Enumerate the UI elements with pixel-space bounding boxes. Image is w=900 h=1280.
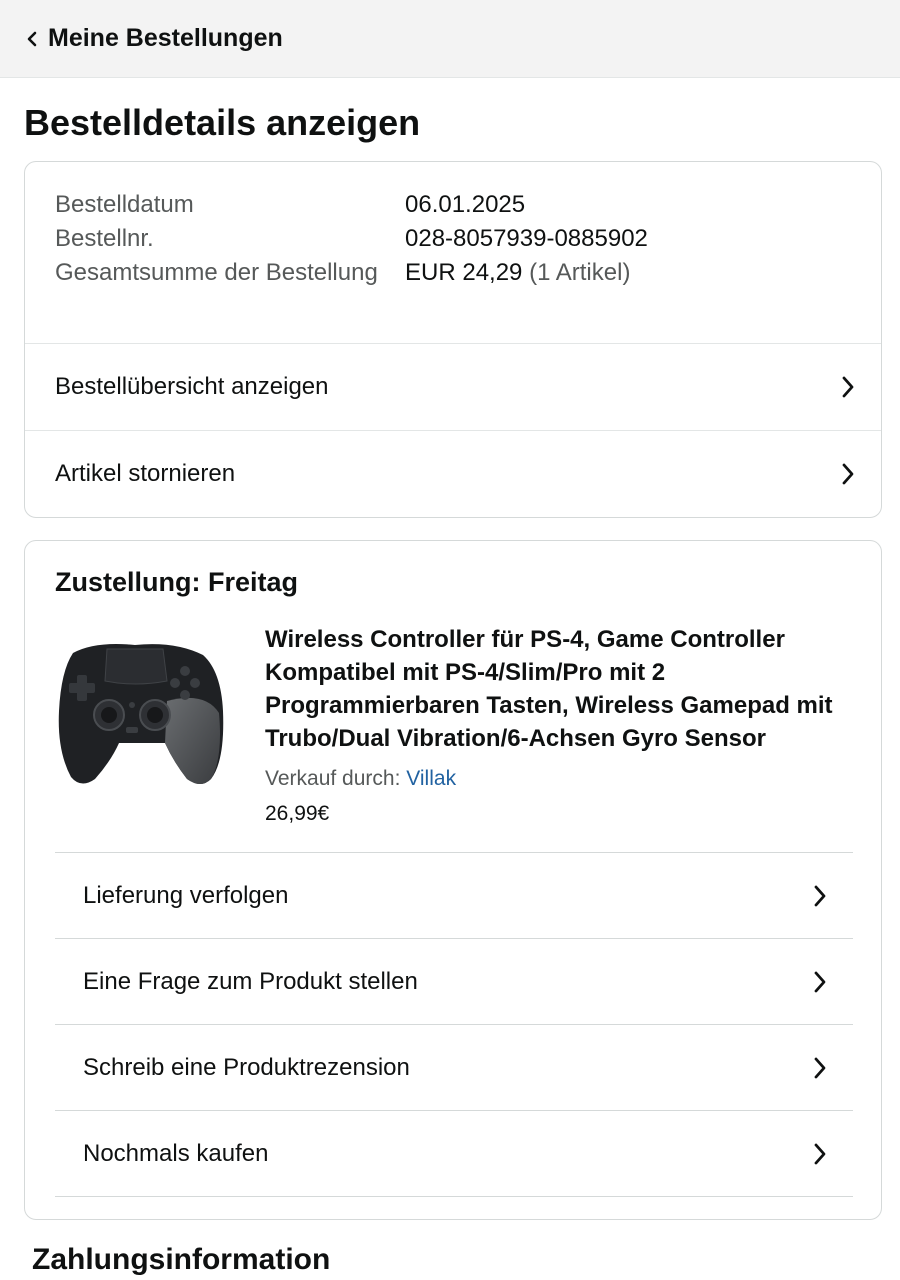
ask-product-question-link[interactable]: Eine Frage zum Produkt stellen	[55, 939, 853, 1025]
order-total-row: Gesamtsumme der Bestellung EUR 24,29 (1 …	[55, 256, 881, 290]
order-date-row: Bestelldatum 06.01.2025	[55, 188, 881, 222]
order-summary-card: Bestelldatum 06.01.2025 Bestellnr. 028-8…	[24, 161, 882, 518]
ask-product-question-label: Eine Frage zum Produkt stellen	[83, 967, 418, 995]
order-total-value: EUR 24,29 (1 Artikel)	[405, 256, 630, 290]
order-info: Bestelldatum 06.01.2025 Bestellnr. 028-8…	[25, 162, 881, 344]
seller-prefix: Verkauf durch:	[265, 767, 401, 790]
order-number-row: Bestellnr. 028-8057939-0885902	[55, 222, 881, 256]
product-title-link[interactable]: Wireless Controller für PS-4, Game Contr…	[265, 623, 855, 755]
page-title: Bestelldetails anzeigen	[24, 102, 421, 143]
order-number-value: 028-8057939-0885902	[405, 225, 648, 252]
cancel-items-label: Artikel stornieren	[55, 459, 236, 487]
write-review-label: Schreib eine Produktrezension	[83, 1053, 410, 1081]
chevron-right-icon	[809, 1140, 831, 1168]
view-order-summary-link[interactable]: Bestellübersicht anzeigen	[25, 344, 881, 430]
chevron-right-icon	[837, 373, 859, 401]
buy-again-link[interactable]: Nochmals kaufen	[55, 1111, 853, 1197]
track-delivery-label: Lieferung verfolgen	[83, 881, 289, 909]
chevron-right-icon	[809, 1054, 831, 1082]
buy-again-label: Nochmals kaufen	[83, 1139, 269, 1167]
order-date-label: Bestelldatum	[55, 191, 194, 218]
seller-link[interactable]: Villak	[406, 767, 456, 790]
write-review-link[interactable]: Schreib eine Produktrezension	[55, 1025, 853, 1111]
game-controller-image[interactable]	[55, 631, 225, 791]
order-number-label: Bestellnr.	[55, 225, 154, 252]
delivery-card: Zustellung: Freitag Wireless Controller …	[24, 540, 882, 1220]
order-item-count: (1 Artikel)	[529, 259, 631, 286]
back-to-orders-link[interactable]: Meine Bestellungen	[48, 24, 283, 53]
order-total-label: Gesamtsumme der Bestellung	[55, 259, 378, 286]
chevron-left-icon[interactable]	[22, 29, 42, 49]
chevron-right-icon	[837, 460, 859, 488]
order-total-amount: EUR 24,29	[405, 259, 523, 286]
view-order-summary-label: Bestellübersicht anzeigen	[55, 373, 329, 400]
product-price: 26,99€	[265, 802, 330, 825]
payment-info-heading: Zahlungsinformation	[32, 1243, 331, 1276]
chevron-right-icon	[809, 968, 831, 996]
product-actions: Lieferung verfolgen Eine Frage zum Produ…	[55, 852, 853, 1197]
order-date-value: 06.01.2025	[405, 191, 526, 218]
seller-line: Verkauf durch: Villak	[265, 767, 456, 791]
chevron-right-icon	[809, 882, 831, 910]
cancel-items-link[interactable]: Artikel stornieren	[25, 430, 881, 516]
delivery-heading: Zustellung: Freitag	[55, 567, 298, 597]
track-delivery-link[interactable]: Lieferung verfolgen	[55, 853, 853, 939]
top-nav-bar: Meine Bestellungen	[0, 0, 900, 78]
